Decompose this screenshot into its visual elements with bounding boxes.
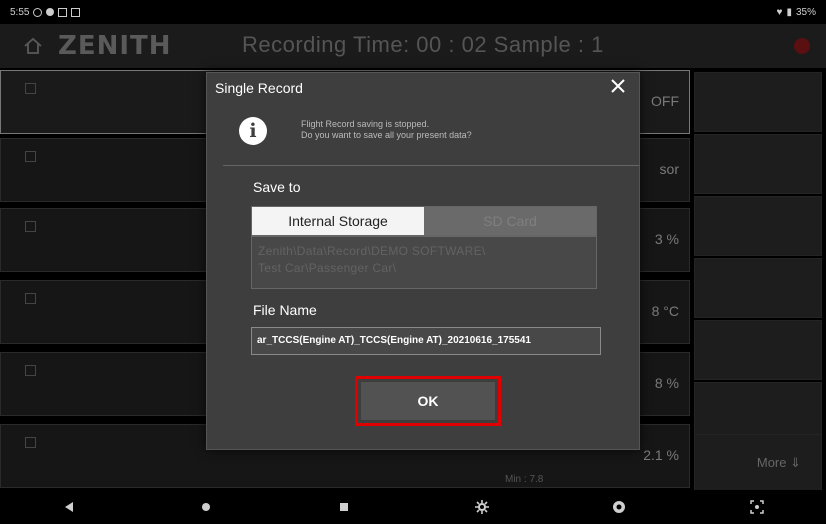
checkbox[interactable]: [25, 221, 36, 232]
status-time: 5:55: [10, 6, 30, 18]
list-item-value: 2.1 %: [643, 447, 679, 463]
list-item-value: OFF: [651, 93, 679, 109]
dialog-message-line: Do you want to save all your present dat…: [301, 130, 472, 140]
side-button[interactable]: [694, 320, 822, 380]
zenith-logo: ZENITH: [58, 31, 172, 61]
side-button[interactable]: [694, 196, 822, 256]
ok-button[interactable]: OK: [361, 382, 495, 420]
save-path-line: Zenith\Data\Record\DEMO SOFTWARE\: [258, 244, 486, 258]
dialog-message: Flight Record saving is stopped. Do you …: [301, 119, 472, 141]
list-item-value: sor: [659, 161, 679, 177]
home-nav-icon[interactable]: [186, 495, 226, 519]
list-item-value: 8 %: [654, 375, 679, 391]
side-button[interactable]: [694, 258, 822, 318]
tab-internal-storage[interactable]: Internal Storage: [252, 207, 424, 235]
file-name-label: File Name: [253, 302, 317, 318]
single-record-dialog: Single Record i Flight Record saving is …: [206, 72, 640, 450]
ok-highlight-box: OK: [355, 376, 501, 426]
recording-indicator-icon[interactable]: [794, 38, 810, 54]
status-notification-icon: [33, 7, 43, 17]
list-item-value: 3 %: [654, 231, 679, 247]
side-button[interactable]: [694, 72, 822, 132]
close-icon[interactable]: [605, 73, 631, 99]
status-image-icon: [71, 7, 81, 17]
dialog-title: Single Record: [215, 80, 303, 96]
battery-percent: 35%: [795, 6, 816, 18]
status-record-icon: [46, 8, 55, 16]
side-button[interactable]: [694, 382, 822, 442]
save-path-line: Test Car\Passenger Car\: [258, 261, 397, 275]
file-name-input[interactable]: ar_TCCS(Engine AT)_TCCS(Engine AT)_20210…: [251, 327, 601, 355]
save-to-label: Save to: [253, 179, 301, 195]
home-icon[interactable]: [18, 31, 48, 61]
system-nav-bar: [0, 490, 826, 524]
wifi-icon: ♥: [776, 6, 783, 18]
file-name-value: ar_TCCS(Engine AT)_TCCS(Engine AT)_20210…: [257, 335, 531, 346]
list-item-value: 8 °C: [651, 303, 679, 319]
status-bar: 5:55 ♥ ▮ 35%: [0, 0, 826, 24]
app-icon[interactable]: [599, 495, 639, 519]
screenshot-icon[interactable]: [737, 495, 777, 519]
settings-icon[interactable]: [462, 495, 502, 519]
min-value-label: Min : 7.8: [505, 474, 544, 485]
divider: [223, 165, 639, 166]
status-image-icon: [58, 7, 68, 17]
checkbox[interactable]: [25, 293, 36, 304]
battery-icon: ▮: [786, 6, 792, 18]
checkbox[interactable]: [25, 437, 36, 448]
back-icon[interactable]: [49, 495, 89, 519]
storage-tabs: Internal Storage SD Card: [251, 206, 597, 236]
more-button[interactable]: More ⇓: [694, 434, 822, 494]
recording-title: Recording Time: 00 : 02 Sample : 1: [242, 32, 604, 57]
save-path-display: Zenith\Data\Record\DEMO SOFTWARE\ Test C…: [251, 236, 597, 289]
app-header: ZENITH Recording Time: 00 : 02 Sample : …: [0, 24, 826, 68]
dialog-message-line: Flight Record saving is stopped.: [301, 119, 430, 129]
tab-sd-card[interactable]: SD Card: [424, 207, 596, 235]
info-icon: i: [239, 117, 267, 145]
checkbox[interactable]: [25, 365, 36, 376]
side-button[interactable]: [694, 134, 822, 194]
recents-icon[interactable]: [324, 495, 364, 519]
checkbox[interactable]: [25, 83, 36, 94]
more-label: More ⇓: [756, 455, 801, 470]
checkbox[interactable]: [25, 151, 36, 162]
